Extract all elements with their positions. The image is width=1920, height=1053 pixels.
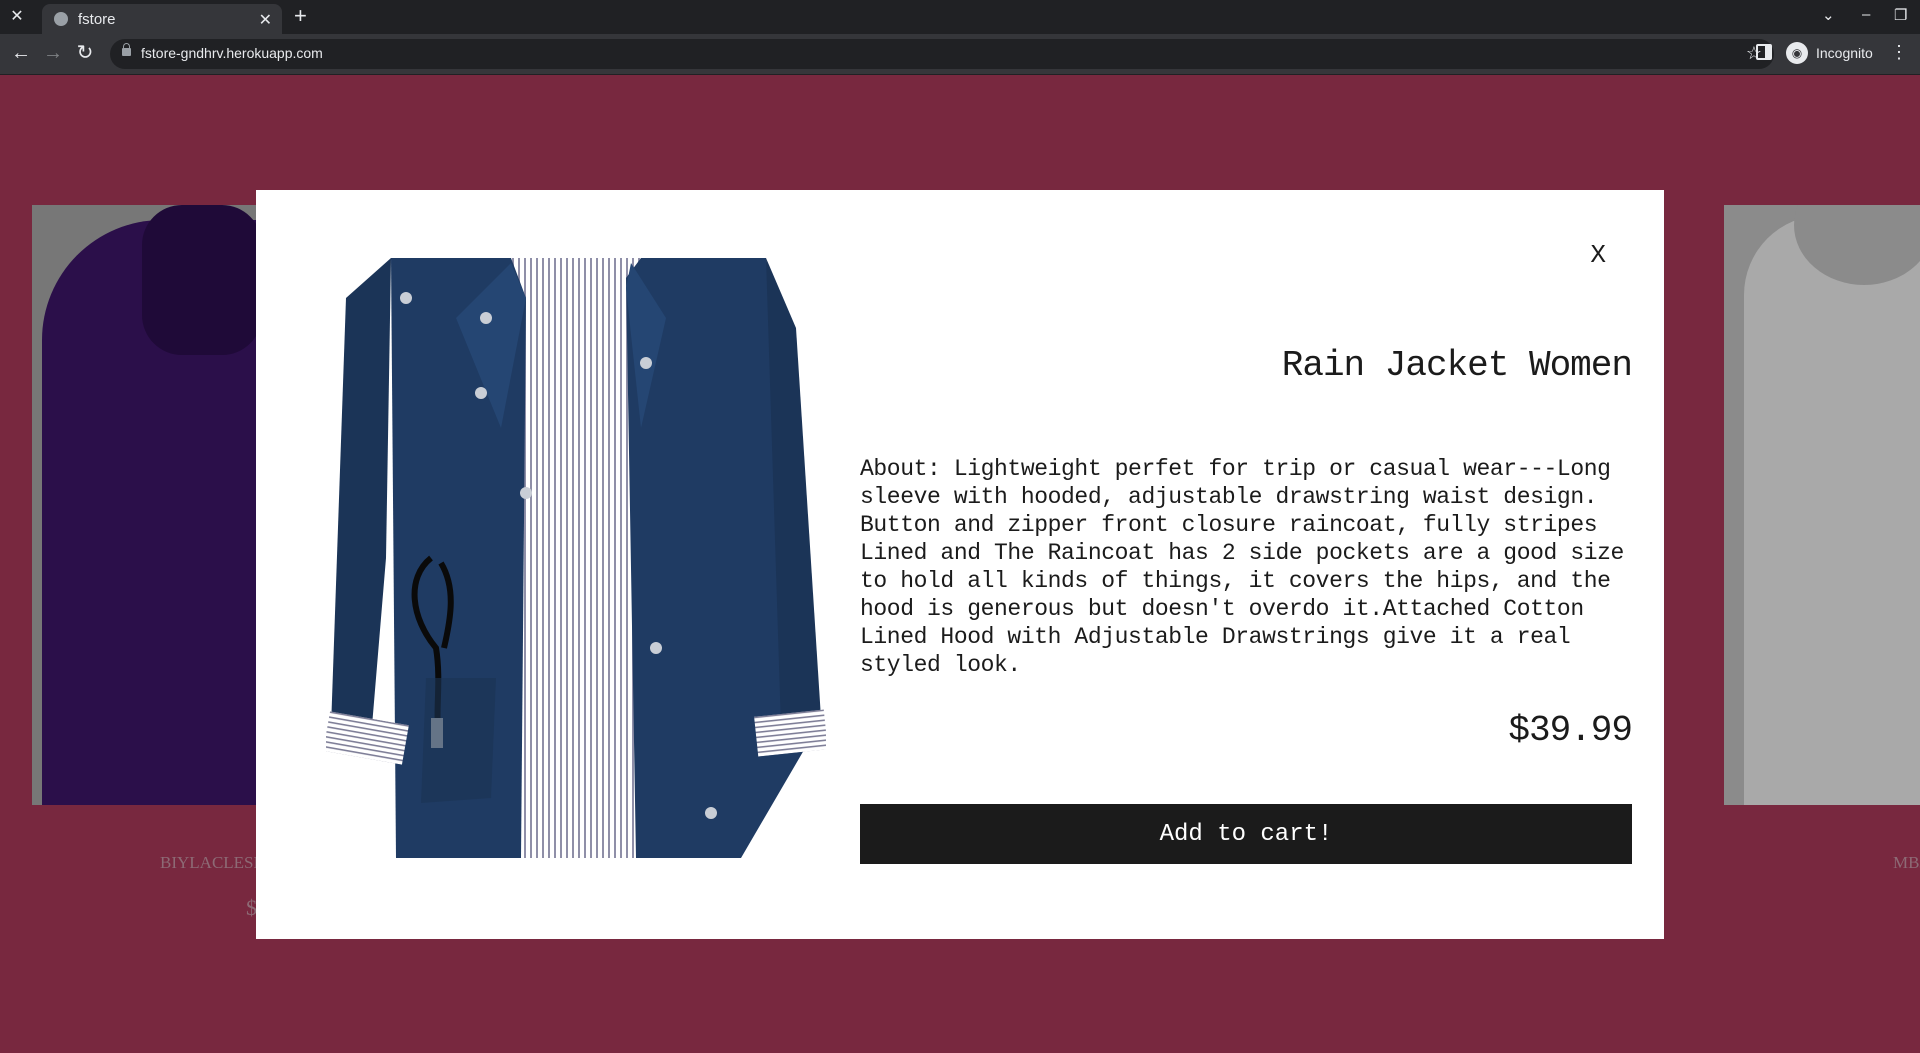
tab-close-icon[interactable]: ✕ xyxy=(259,10,272,30)
lock-icon[interactable] xyxy=(122,43,131,56)
back-icon[interactable]: ← xyxy=(10,42,32,64)
incognito-label: Incognito xyxy=(1816,45,1873,61)
browser-toolbar: ← → ↻ fstore-gndhrv.herokuapp.com ☆ ◉ In… xyxy=(0,34,1920,75)
menu-icon[interactable]: ⋮ xyxy=(1890,42,1908,63)
store-page: BIYLACLESE $ MBJ xyxy=(0,75,1920,1053)
new-tab-icon[interactable]: + xyxy=(294,5,307,27)
globe-icon xyxy=(54,12,68,26)
browser-tab-strip: ✕ fstore ✕ + ⌄ – ❐ xyxy=(0,0,1920,34)
forward-icon[interactable]: → xyxy=(42,42,64,64)
background-product-image-left[interactable] xyxy=(32,205,282,805)
product-detail-modal: X Rain Jacket Women About: Lightweight p… xyxy=(256,190,1664,939)
product-price: $39.99 xyxy=(1508,710,1633,751)
background-product-image-right[interactable] xyxy=(1724,205,1920,805)
reload-icon[interactable]: ↻ xyxy=(74,42,96,64)
minimize-icon[interactable]: – xyxy=(1862,6,1870,23)
product-description: About: Lightweight perfet for trip or ca… xyxy=(860,456,1624,678)
add-to-cart-button[interactable]: Add to cart! xyxy=(860,804,1632,864)
side-panel-icon[interactable] xyxy=(1756,44,1772,60)
product-title: Rain Jacket Women xyxy=(1281,345,1633,386)
incognito-icon: ◉ xyxy=(1786,42,1808,64)
background-product-name-right[interactable]: MBJ xyxy=(1893,853,1920,873)
tab-search-icon[interactable]: ⌄ xyxy=(1822,6,1835,24)
purple-jacket-collar xyxy=(142,205,262,355)
restore-icon[interactable]: ❐ xyxy=(1894,6,1907,24)
url-text[interactable]: fstore-gndhrv.herokuapp.com xyxy=(141,45,323,61)
background-product-name-left[interactable]: BIYLACLESE xyxy=(160,853,264,873)
browser-tab[interactable]: fstore ✕ xyxy=(42,4,282,34)
address-bar[interactable]: fstore-gndhrv.herokuapp.com ☆ xyxy=(110,39,1774,69)
close-window-icon[interactable]: ✕ xyxy=(8,8,26,26)
close-modal-button[interactable]: X xyxy=(1590,240,1606,270)
tab-title: fstore xyxy=(78,11,116,28)
rain-jacket-image xyxy=(326,258,826,858)
grey-shirt-shape xyxy=(1744,215,1920,805)
